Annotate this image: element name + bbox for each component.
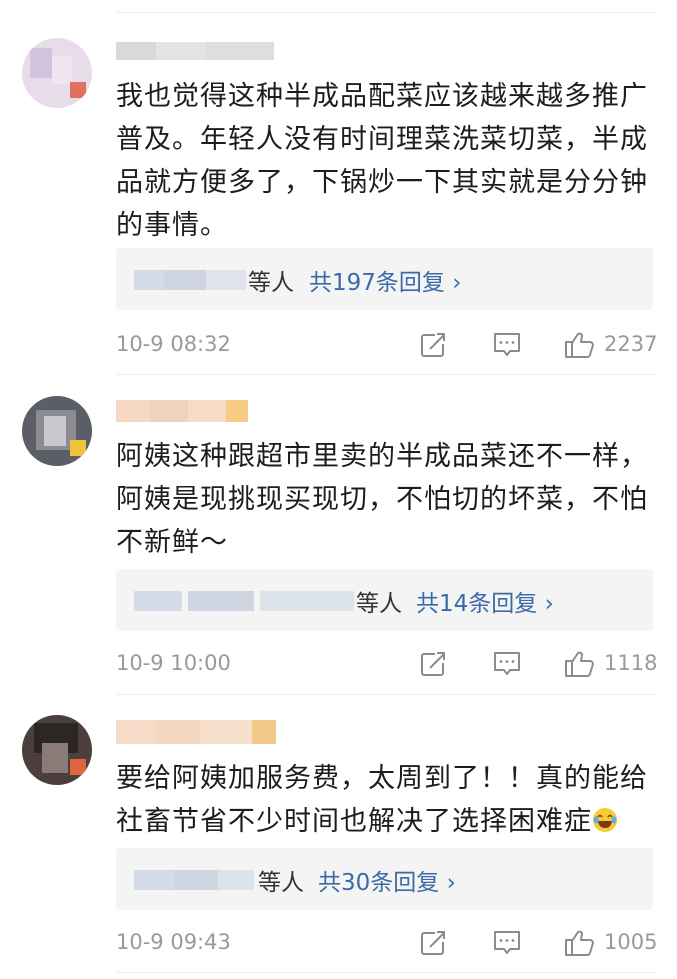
timestamp: 10-9 09:43 xyxy=(116,930,231,954)
share-icon[interactable] xyxy=(418,649,448,683)
thumbs-up-icon[interactable] xyxy=(563,649,595,683)
replies-count-link[interactable]: 共14条回复 › xyxy=(416,584,554,618)
replies-count-link[interactable]: 共30条回复 › xyxy=(318,863,456,897)
replies-preview[interactable]: 等人 共197条回复 › xyxy=(116,248,653,310)
laughing-tears-emoji xyxy=(592,803,618,846)
replies-suffix: 等人 xyxy=(258,870,304,896)
comment-icon[interactable] xyxy=(490,928,524,962)
comment-icon[interactable] xyxy=(490,330,524,364)
replies-preview[interactable]: 等人 共14条回复 › xyxy=(116,569,653,631)
comment-text: 我也觉得这种半成品配菜应该越来越多推广普及。年轻人没有时间理菜洗菜切菜，半成品就… xyxy=(116,81,648,241)
reply-users-blurred xyxy=(134,270,246,290)
replies-preview[interactable]: 等人 共30条回复 › xyxy=(116,848,653,910)
comment-text: 阿姨这种跟超市里卖的半成品菜还不一样，阿姨是现挑现买现切，不怕切的坏菜，不怕不新… xyxy=(116,441,648,558)
timestamp: 10-9 10:00 xyxy=(116,651,231,675)
reply-users-blurred xyxy=(134,591,354,611)
top-divider xyxy=(116,12,655,13)
comment-footer: 10-9 08:32 2237 xyxy=(116,330,658,360)
avatar[interactable] xyxy=(22,396,92,466)
divider xyxy=(116,374,655,375)
replies-suffix: 等人 xyxy=(248,270,294,296)
replies-count-link[interactable]: 共197条回复 › xyxy=(309,263,461,297)
share-icon[interactable] xyxy=(418,928,448,962)
like-count: 1005 xyxy=(604,930,658,954)
thumbs-up-icon[interactable] xyxy=(563,928,595,962)
comment-text-body: 要给阿姨加服务费，太周到了！！真的能给社畜节省不少时间也解决了选择困难症 xyxy=(116,763,648,837)
username-blurred[interactable] xyxy=(116,720,276,744)
avatar[interactable] xyxy=(22,715,92,785)
like-count: 1118 xyxy=(604,651,658,675)
reply-users-blurred xyxy=(134,870,254,890)
username-blurred[interactable] xyxy=(116,42,274,60)
username-blurred[interactable] xyxy=(116,400,248,422)
thumbs-up-icon[interactable] xyxy=(563,330,595,364)
comment-text: 要给阿姨加服务费，太周到了！！真的能给社畜节省不少时间也解决了选择困难症 xyxy=(116,757,661,846)
replies-suffix: 等人 xyxy=(356,591,402,617)
comment-footer: 10-9 09:43 1005 xyxy=(116,928,658,958)
divider xyxy=(116,972,655,973)
share-icon[interactable] xyxy=(418,330,448,364)
comment-icon[interactable] xyxy=(490,649,524,683)
comment-footer: 10-9 10:00 1118 xyxy=(116,649,658,679)
timestamp: 10-9 08:32 xyxy=(116,332,231,356)
like-count: 2237 xyxy=(604,332,658,356)
divider xyxy=(116,694,655,695)
avatar[interactable] xyxy=(22,38,92,108)
